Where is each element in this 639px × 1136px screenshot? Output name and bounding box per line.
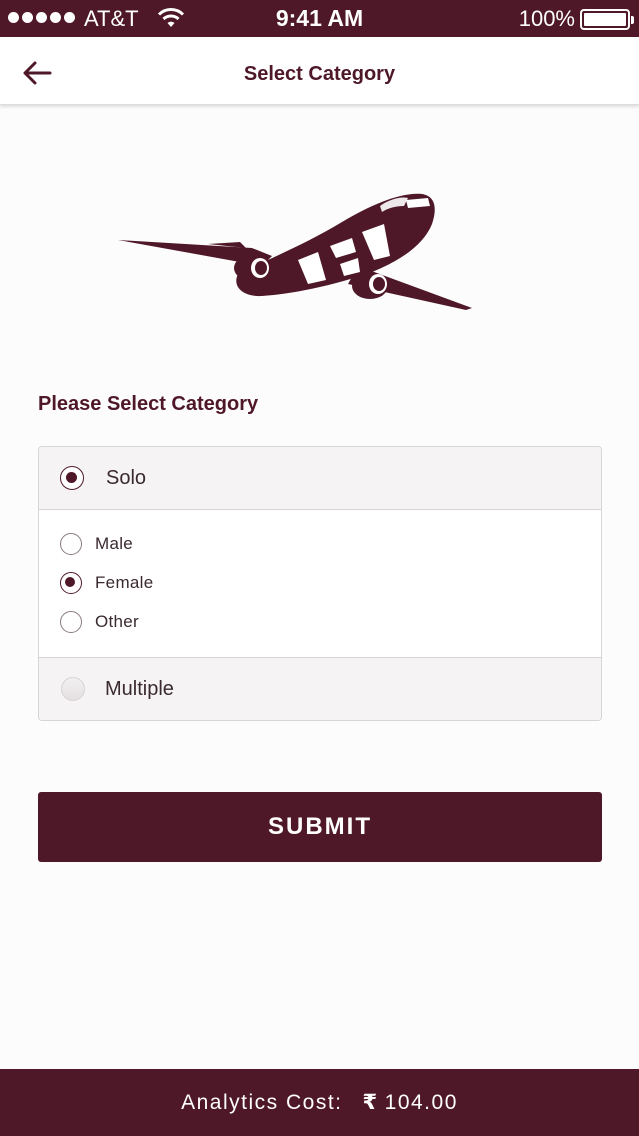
male-radio[interactable] [60, 533, 82, 555]
female-label: Female [95, 573, 154, 592]
sub-option-female[interactable]: Female [60, 571, 154, 595]
analytics-cost-footer: Analytics Cost: ₹ 104.00 [0, 1069, 639, 1136]
battery-icon [580, 9, 634, 30]
category-option-solo[interactable]: Solo [39, 447, 601, 510]
airplane-illustration [118, 193, 472, 310]
solo-radio[interactable] [60, 466, 84, 490]
left-engine [234, 255, 270, 281]
analytics-cost-label: Analytics Cost: [181, 1090, 343, 1114]
other-radio[interactable] [60, 611, 82, 633]
category-selection-box: Solo Male Female Other Multiple [38, 446, 602, 721]
status-bar: AT&T 9:41 AM 100% [0, 0, 639, 37]
multiple-label: Multiple [105, 677, 174, 700]
category-option-multiple[interactable]: Multiple [39, 657, 601, 720]
solo-label: Solo [106, 466, 147, 489]
analytics-cost-value: 104.00 [384, 1090, 458, 1114]
sub-option-other[interactable]: Other [60, 610, 139, 634]
male-label: Male [95, 534, 134, 553]
rupee-icon: ₹ [362, 1091, 379, 1114]
select-category-prompt: Please Select Category [38, 393, 259, 415]
battery-percentage: 100% [518, 6, 575, 31]
page-title: Select Category [243, 63, 396, 85]
nav-bar: Select Category [0, 37, 639, 105]
multiple-radio[interactable] [61, 677, 85, 701]
sub-option-male[interactable]: Male [60, 532, 133, 556]
submit-button[interactable]: SUBMIT [38, 792, 602, 862]
female-radio[interactable] [60, 572, 82, 594]
right-engine [352, 273, 388, 299]
other-label: Other [95, 612, 140, 631]
